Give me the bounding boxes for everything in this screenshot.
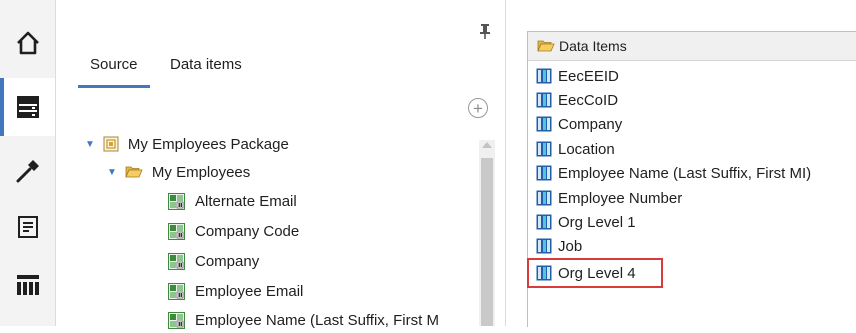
table-columns-icon: [16, 275, 39, 295]
navigation-rail: [0, 0, 56, 326]
data-item-label: Company: [558, 115, 623, 133]
tree-label: Employee Email: [195, 282, 304, 300]
pages-button[interactable]: [0, 198, 55, 256]
expand-arrow-icon[interactable]: ▼: [107, 167, 117, 178]
tree-node-query-item[interactable]: Company Code: [168, 218, 299, 244]
toolbox-button[interactable]: [0, 142, 55, 200]
scrollbar-thumb[interactable]: [481, 158, 493, 326]
data-item[interactable]: Job: [536, 234, 582, 258]
tree-node-query-item[interactable]: Employee Name (Last Suffix, First M: [168, 307, 480, 333]
tree-node-query-item[interactable]: Employee Email: [168, 278, 303, 304]
folder-open-icon: [125, 166, 143, 178]
tree-label: My Employees: [151, 163, 251, 181]
plus-icon: +: [473, 99, 483, 118]
data-items-header: Data Items: [528, 32, 856, 61]
data-item-label: Location: [558, 140, 615, 158]
document-icon: [17, 216, 38, 238]
folder-open-icon: [537, 40, 555, 52]
data-item[interactable]: Employee Number: [536, 186, 682, 210]
data-source-button[interactable]: [0, 78, 55, 136]
data-item-icon: [536, 116, 552, 132]
data-item[interactable]: Location: [536, 137, 615, 161]
data-item-icon: [536, 238, 552, 254]
tree-scrollbar[interactable]: [479, 140, 495, 326]
active-tab-indicator: [78, 85, 150, 88]
data-item[interactable]: EecEEID: [536, 64, 619, 88]
source-panel: Source Data items + ▼ My Employees Packa…: [56, 0, 500, 329]
tree-label: Company Code: [195, 222, 300, 240]
data-items-title: Data Items: [559, 38, 627, 54]
tree-node-folder[interactable]: ▼ My Employees: [107, 159, 250, 185]
data-item-icon: [536, 68, 552, 84]
data-item[interactable]: Company: [536, 112, 622, 136]
data-item-label: EecCoID: [558, 91, 619, 109]
tab-source[interactable]: Source: [90, 56, 138, 73]
scroll-up-arrow-icon[interactable]: [482, 142, 492, 148]
data-item-icon: [536, 214, 552, 230]
tree-label: Alternate Email: [195, 192, 297, 210]
data-item-label: EecEEID: [558, 67, 619, 85]
pin-icon[interactable]: [480, 23, 490, 39]
data-item-label: Job: [558, 237, 583, 255]
data-item-icon: [536, 92, 552, 108]
data-item-label: Employee Name (Last Suffix, First MI): [558, 164, 812, 182]
query-item-icon: [168, 222, 185, 240]
home-icon: [16, 31, 39, 55]
home-button[interactable]: [0, 14, 55, 72]
highlight-box: [527, 258, 663, 288]
expand-arrow-icon[interactable]: ▼: [85, 139, 95, 150]
tree-node-query-item[interactable]: Alternate Email: [168, 188, 297, 214]
query-item-icon: [168, 192, 185, 210]
data-item-icon: [536, 190, 552, 206]
panel-divider[interactable]: [505, 0, 506, 326]
tree-node-query-item[interactable]: Company: [168, 248, 259, 274]
package-icon: [103, 136, 119, 152]
data-item-label: Org Level 1: [558, 213, 636, 231]
data-item-icon: [536, 141, 552, 157]
data-server-icon: [16, 96, 39, 118]
hammer-icon: [16, 160, 39, 183]
tree-label: My Employees Package: [127, 135, 289, 153]
data-item[interactable]: EecCoID: [536, 88, 618, 112]
data-item-icon: [536, 165, 552, 181]
tab-data-items[interactable]: Data items: [170, 56, 242, 73]
data-item-label: Employee Number: [558, 189, 683, 207]
data-item[interactable]: Employee Name (Last Suffix, First MI): [536, 161, 811, 185]
query-item-icon: [168, 282, 185, 300]
tree-node-package[interactable]: ▼ My Employees Package: [85, 131, 289, 157]
table-button[interactable]: [0, 256, 55, 314]
tree-label: Company: [195, 252, 260, 270]
data-item[interactable]: Org Level 1: [536, 210, 636, 234]
query-item-icon: [168, 252, 185, 270]
add-button[interactable]: +: [468, 98, 488, 118]
